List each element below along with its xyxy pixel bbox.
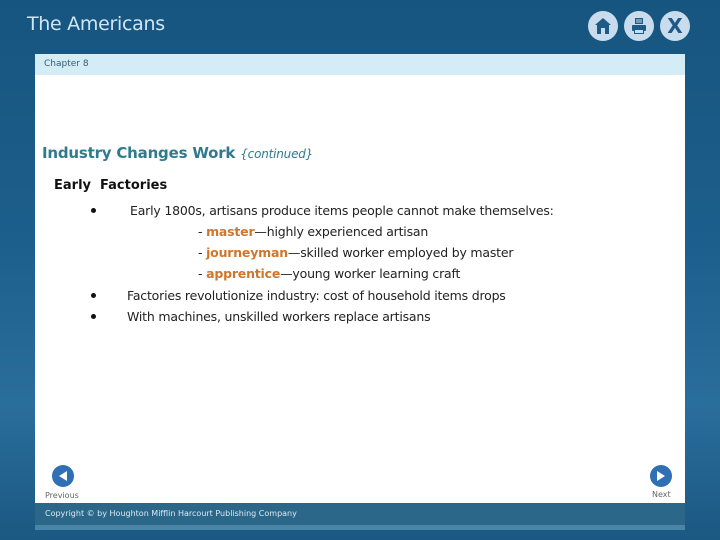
print-icon <box>632 18 646 34</box>
bullet-text: Factories revolutionize industry: cost o… <box>127 288 506 303</box>
top-toolbar: X <box>588 11 690 41</box>
bullet-dot <box>91 208 96 213</box>
chapter-label: Chapter 8 <box>35 54 685 75</box>
home-button[interactable] <box>588 11 618 41</box>
bullet-text: Early 1800s, artisans produce items peop… <box>130 203 554 218</box>
bullet-dot <box>91 314 96 319</box>
term-definition: —young worker learning craft <box>280 266 461 281</box>
slide-panel: Chapter 8 Industry Changes Work {continu… <box>35 54 685 503</box>
sub-item-prefix: - <box>198 224 207 239</box>
term-master: master <box>206 224 255 239</box>
bullet-text: With machines, unskilled workers replace… <box>127 309 431 324</box>
slide-title-text: Industry Changes Work <box>42 144 236 162</box>
print-button[interactable] <box>624 11 654 41</box>
section-heading: Early Factories <box>54 178 168 193</box>
sub-item-apprentice: - apprentice—young worker learning craft <box>198 266 460 281</box>
home-icon <box>595 18 611 34</box>
next-button[interactable] <box>650 465 672 487</box>
sub-item-prefix: - <box>198 266 207 281</box>
slide-title-suffix: {continued} <box>240 147 314 161</box>
footer-strip <box>35 525 685 530</box>
close-button[interactable]: X <box>660 11 690 41</box>
term-definition: —highly experienced artisan <box>254 224 429 239</box>
arrow-left-icon <box>59 471 67 481</box>
next-label[interactable]: Next <box>652 490 671 499</box>
sub-item-master: - master—highly experienced artisan <box>198 224 428 239</box>
footer: Copyright © by Houghton Mifflin Harcourt… <box>35 503 685 525</box>
term-definition: —skilled worker employed by master <box>287 245 514 260</box>
sub-item-prefix: - <box>198 245 207 260</box>
sub-item-journeyman: - journeyman—skilled worker employed by … <box>198 245 514 260</box>
arrow-right-icon <box>657 471 665 481</box>
app-title: The Americans <box>27 13 165 35</box>
close-icon: X <box>667 14 683 38</box>
previous-button[interactable] <box>52 465 74 487</box>
term-journeyman: journeyman <box>206 245 288 260</box>
term-apprentice: apprentice <box>206 266 281 281</box>
copyright-text: Copyright © by Houghton Mifflin Harcourt… <box>45 509 297 518</box>
previous-label[interactable]: Previous <box>45 491 79 500</box>
bullet-dot <box>91 293 96 298</box>
slide-title: Industry Changes Work {continued} <box>42 144 313 162</box>
